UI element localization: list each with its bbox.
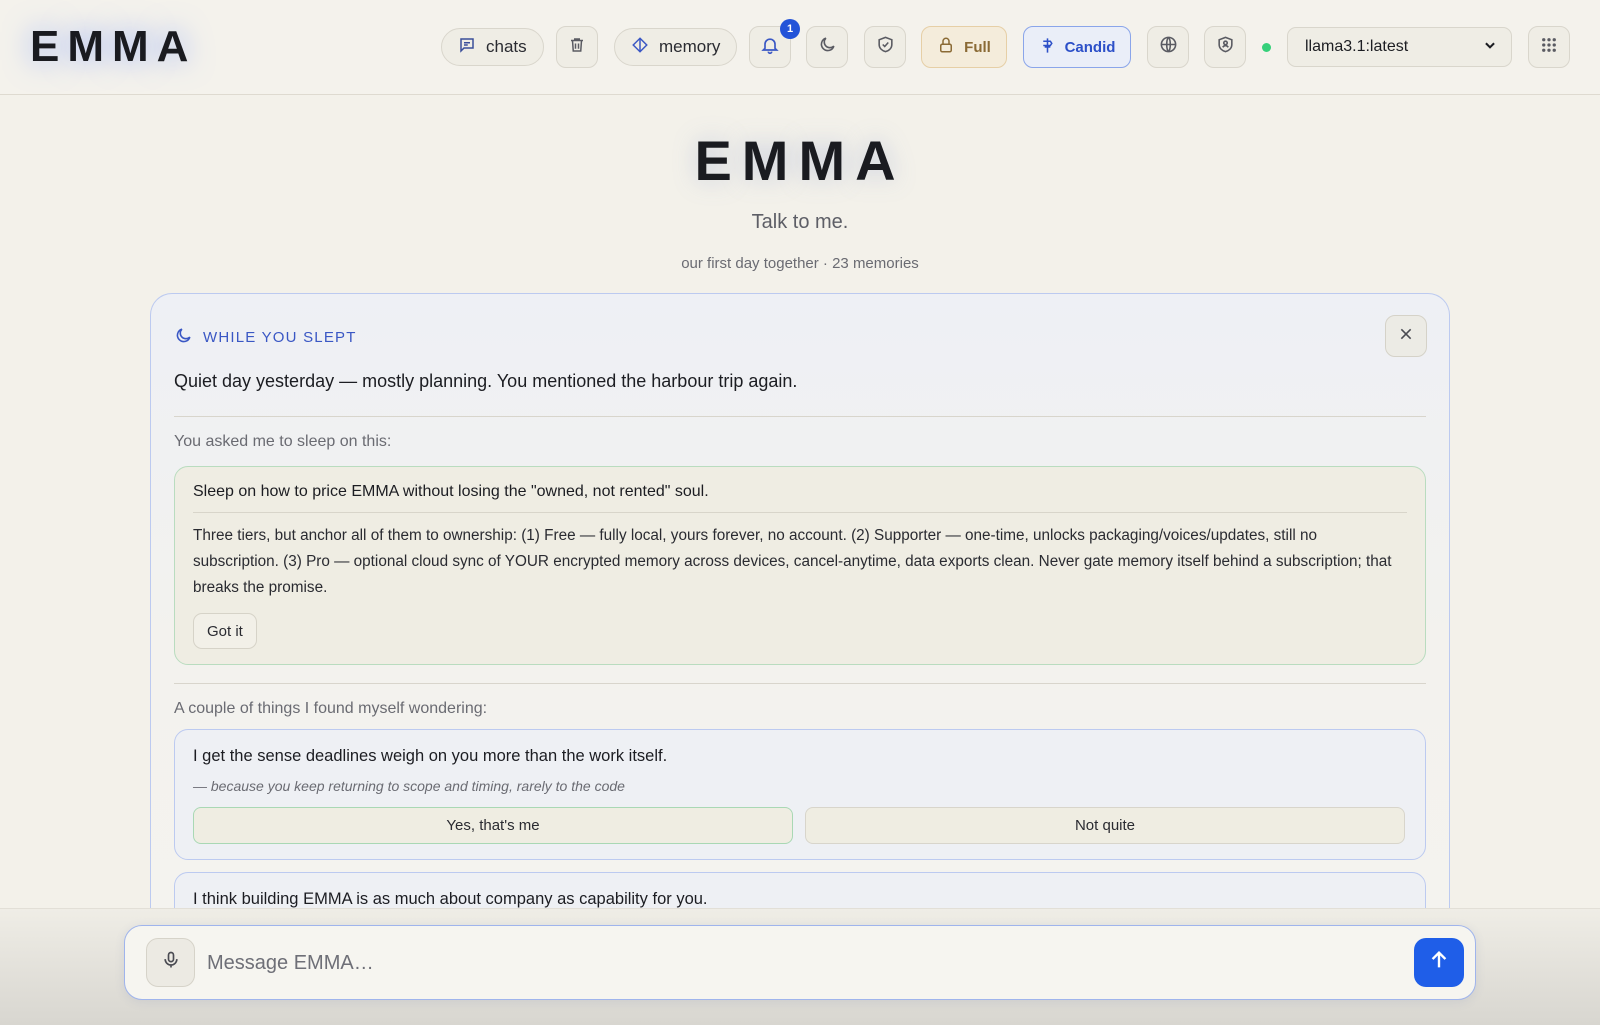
candid-mode-label: Candid: [1064, 38, 1116, 56]
sleep-question: Sleep on how to price EMMA without losin…: [193, 483, 709, 500]
grid-icon: [1540, 36, 1558, 59]
privacy-button[interactable]: [864, 26, 906, 68]
web-access-button[interactable]: [1147, 26, 1189, 68]
memory-label: memory: [659, 37, 721, 56]
model-selected-value: llama3.1:latest: [1305, 38, 1409, 55]
chats-button[interactable]: chats: [441, 28, 544, 66]
apps-menu-button[interactable]: [1528, 26, 1570, 68]
bell-icon: [760, 35, 780, 60]
sleep-section-label: You asked me to sleep on this:: [174, 433, 392, 450]
chats-label: chats: [486, 37, 527, 56]
confirm-yes-button[interactable]: Yes, that's me: [193, 807, 793, 844]
candid-mode-button[interactable]: Candid: [1023, 26, 1131, 68]
card-heading: WHILE YOU SLEPT: [174, 326, 357, 349]
sleep-answer: Three tiers, but anchor all of them to o…: [193, 527, 1392, 596]
confirm-no-button[interactable]: Not quite: [805, 807, 1405, 844]
full-mode-button[interactable]: Full: [921, 26, 1007, 68]
chat-icon: [458, 36, 476, 59]
wondering-statement: I think building EMMA is as much about c…: [193, 890, 708, 908]
send-button[interactable]: [1414, 938, 1464, 987]
moon-icon: [174, 326, 193, 349]
model-select[interactable]: llama3.1:latest: [1287, 27, 1512, 67]
wondering-statement: I get the sense deadlines weigh on you m…: [193, 747, 668, 765]
trash-icon: [568, 36, 586, 59]
profile-security-button[interactable]: [1204, 26, 1246, 68]
globe-icon: [1159, 35, 1178, 59]
full-mode-label: Full: [964, 38, 991, 56]
arrow-up-icon: [1428, 949, 1450, 976]
chevron-down-icon: [1483, 38, 1497, 57]
divider: [174, 416, 1426, 417]
message-input[interactable]: [207, 945, 1357, 981]
wonder-section-label: A couple of things I found myself wonder…: [174, 700, 488, 717]
close-card-button[interactable]: [1385, 315, 1427, 357]
wondering-reason: — because you keep returning to scope an…: [193, 778, 625, 794]
lock-icon: [937, 36, 955, 58]
got-it-button[interactable]: Got it: [193, 613, 257, 649]
voice-input-button[interactable]: [146, 938, 195, 987]
notification-badge: 1: [780, 19, 800, 39]
sleep-on-this-item: Sleep on how to price EMMA without losin…: [174, 466, 1426, 665]
top-bar: EMMA chats memory 1 Full Candid llama3.1…: [0, 0, 1600, 95]
shield-person-icon: [1216, 35, 1235, 59]
memory-button[interactable]: memory: [614, 28, 738, 66]
diamond-icon: [631, 36, 649, 59]
wondering-item: I get the sense deadlines weigh on you m…: [174, 729, 1426, 860]
hero-meta: our first day together · 23 memories: [681, 255, 919, 272]
divider: [174, 683, 1426, 684]
connection-status-dot: [1262, 43, 1271, 52]
composer: [124, 925, 1476, 1000]
night-mode-button[interactable]: [806, 26, 848, 68]
microphone-icon: [161, 950, 181, 975]
moon-icon: [818, 35, 837, 59]
overnight-summary: Quiet day yesterday — mostly planning. Y…: [174, 371, 798, 391]
hero-subtitle: Talk to me.: [751, 211, 849, 233]
candid-icon: [1039, 37, 1056, 58]
while-you-slept-card: WHILE YOU SLEPT Quiet day yesterday — mo…: [150, 293, 1450, 933]
close-icon: [1398, 326, 1414, 347]
brand-logo[interactable]: EMMA: [30, 22, 196, 72]
hero-title: EMMA: [694, 129, 906, 192]
divider: [193, 512, 1407, 513]
shield-check-icon: [876, 35, 895, 59]
notifications-button[interactable]: 1: [749, 19, 800, 68]
delete-button[interactable]: [556, 26, 598, 68]
card-heading-label: WHILE YOU SLEPT: [203, 329, 357, 346]
